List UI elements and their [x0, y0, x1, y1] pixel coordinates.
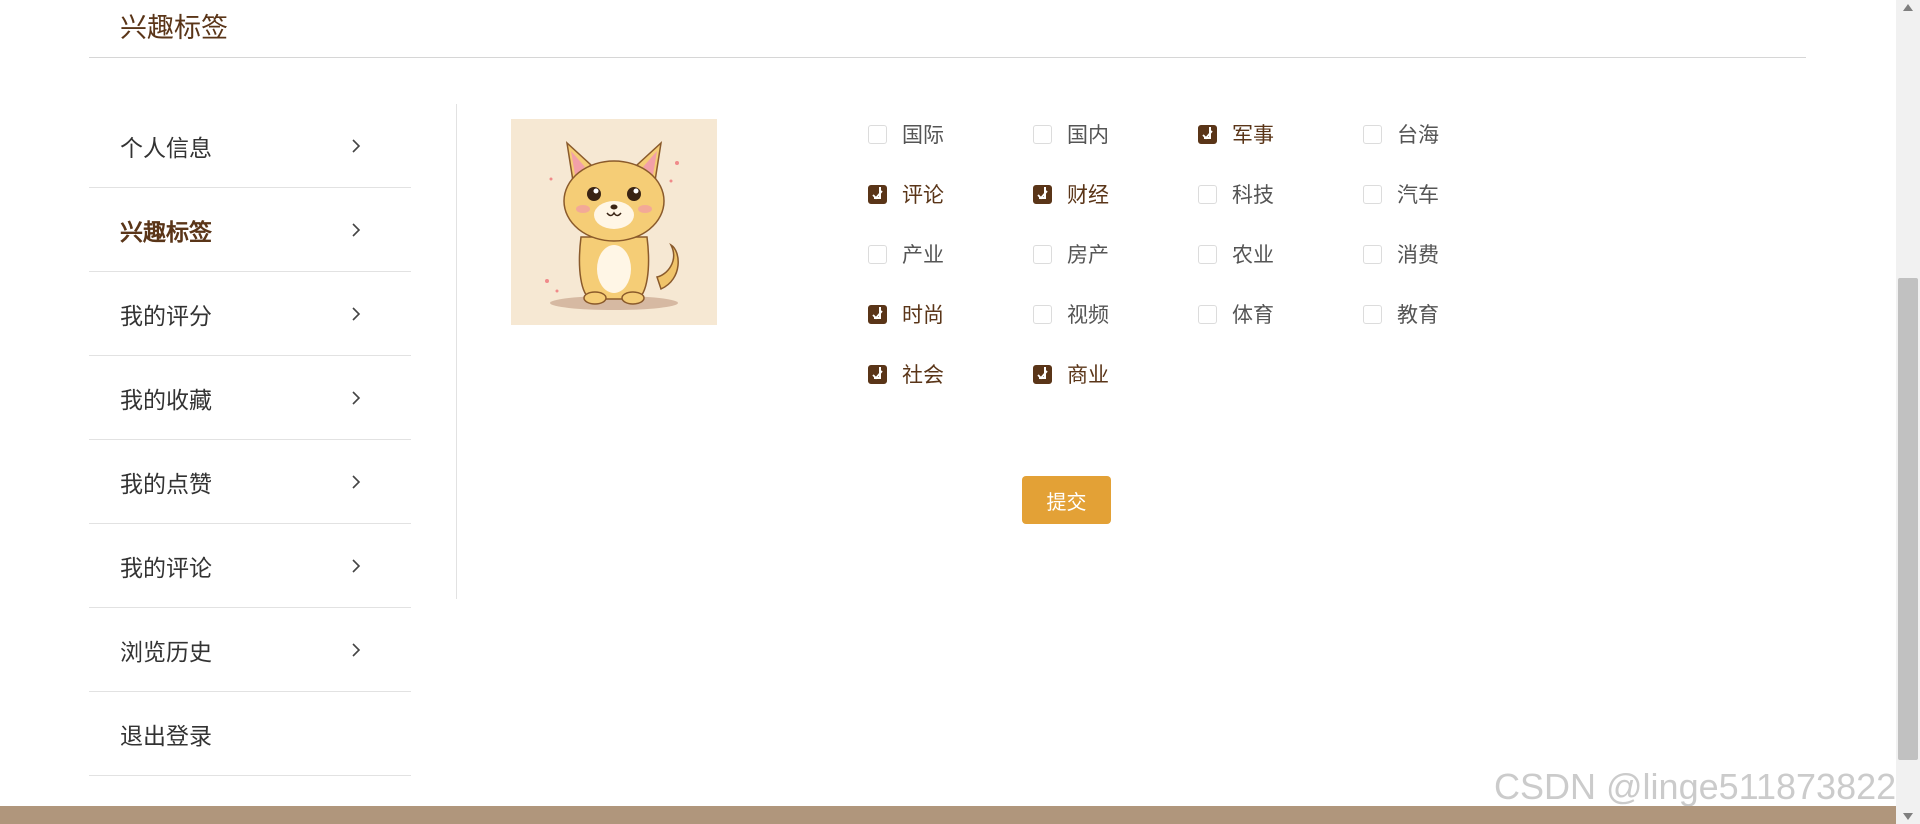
page: 兴趣标签 个人信息 兴趣标签 我的评分 我的收藏 我的点赞 我的评论 浏览历史	[0, 0, 1920, 824]
sidebar-item-my-ratings[interactable]: 我的评分	[89, 272, 411, 356]
chevron-right-icon	[352, 307, 361, 321]
chevron-right-icon	[352, 223, 361, 237]
sidebar-item-label: 我的评论	[120, 555, 212, 582]
sidebar-item-label: 我的收藏	[120, 387, 212, 414]
chevron-right-icon	[352, 391, 361, 405]
tag-label: 农业	[1232, 243, 1274, 267]
check-icon	[1037, 369, 1048, 379]
cartoon-kitten-avatar	[511, 119, 717, 325]
chevron-right-icon	[352, 475, 361, 489]
sidebar-item-my-favorites[interactable]: 我的收藏	[89, 356, 411, 440]
footer-bar	[0, 806, 1920, 824]
tag-label: 商业	[1067, 363, 1109, 387]
tag-checkbox-item[interactable]: 财经	[1033, 178, 1109, 210]
tag-checkbox-item[interactable]: 体育	[1198, 298, 1274, 330]
scrollbar-thumb[interactable]	[1898, 278, 1918, 760]
checkbox-unchecked[interactable]	[1198, 244, 1217, 264]
tag-checkbox-item[interactable]: 国际	[868, 118, 944, 150]
tag-checkbox-item[interactable]: 视频	[1033, 298, 1109, 330]
tag-checkbox-item[interactable]: 教育	[1363, 298, 1439, 330]
tag-checkbox-item[interactable]: 农业	[1198, 238, 1274, 270]
tag-checkbox-item[interactable]: 评论	[868, 178, 944, 210]
check-icon	[1202, 129, 1213, 139]
tag-label: 军事	[1232, 123, 1274, 147]
checkbox-unchecked[interactable]	[1033, 124, 1052, 144]
sidebar-item-personal-info[interactable]: 个人信息	[89, 104, 411, 188]
sidebar-item-logout[interactable]: 退出登录	[89, 692, 411, 776]
chevron-right-icon	[352, 559, 361, 573]
top-divider	[89, 57, 1806, 58]
vertical-divider	[456, 104, 457, 599]
tag-label: 体育	[1232, 303, 1274, 327]
tag-label: 消费	[1397, 243, 1439, 267]
sidebar-item-interest-tags[interactable]: 兴趣标签	[89, 188, 411, 272]
check-icon	[872, 309, 883, 319]
tag-label: 科技	[1232, 183, 1274, 207]
tag-checkbox-item[interactable]: 军事	[1198, 118, 1274, 150]
tag-checkbox-item[interactable]: 时尚	[868, 298, 944, 330]
tag-checkbox-item[interactable]: 产业	[868, 238, 944, 270]
check-icon	[1037, 189, 1048, 199]
tag-label: 教育	[1397, 303, 1439, 327]
tag-checkbox-item[interactable]: 商业	[1033, 358, 1109, 390]
tag-checkbox-item[interactable]: 汽车	[1363, 178, 1439, 210]
checkbox-checked[interactable]	[1033, 184, 1052, 204]
sidebar-item-browse-history[interactable]: 浏览历史	[89, 608, 411, 692]
scroll-up-arrow-icon[interactable]	[1903, 4, 1913, 11]
section-title: 兴趣标签	[120, 13, 228, 44]
tag-checkbox-item[interactable]: 台海	[1363, 118, 1439, 150]
checkbox-unchecked[interactable]	[868, 124, 887, 144]
checkbox-unchecked[interactable]	[868, 244, 887, 264]
tag-label: 台海	[1397, 123, 1439, 147]
sidebar-item-label: 我的点赞	[120, 471, 212, 498]
checkbox-checked[interactable]	[868, 184, 887, 204]
submit-button[interactable]: 提交	[1022, 476, 1111, 524]
checkbox-unchecked[interactable]	[1198, 184, 1217, 204]
checkbox-unchecked[interactable]	[1363, 184, 1382, 204]
tag-label: 房产	[1067, 243, 1109, 267]
tag-checkbox-item[interactable]: 消费	[1363, 238, 1439, 270]
tag-label: 产业	[902, 243, 944, 267]
sidebar-item-my-comments[interactable]: 我的评论	[89, 524, 411, 608]
sidebar-item-label: 个人信息	[120, 135, 212, 162]
checkbox-checked[interactable]	[868, 304, 887, 324]
checkbox-unchecked[interactable]	[1363, 124, 1382, 144]
tag-label: 汽车	[1397, 183, 1439, 207]
checkbox-checked[interactable]	[1033, 364, 1052, 384]
sidebar-item-label: 退出登录	[120, 723, 212, 750]
tag-label: 国际	[902, 123, 944, 147]
sidebar-item-label: 兴趣标签	[120, 219, 212, 246]
check-icon	[872, 369, 883, 379]
checkbox-unchecked[interactable]	[1363, 304, 1382, 324]
chevron-right-icon	[352, 139, 361, 153]
checkbox-checked[interactable]	[868, 364, 887, 384]
sidebar: 个人信息 兴趣标签 我的评分 我的收藏 我的点赞 我的评论 浏览历史 退出登录	[89, 104, 411, 776]
tag-label: 社会	[902, 363, 944, 387]
watermark: CSDN @linge511873822	[1494, 766, 1897, 807]
checkbox-unchecked[interactable]	[1033, 304, 1052, 324]
tag-checkbox-item[interactable]: 科技	[1198, 178, 1274, 210]
tag-checkbox-item[interactable]: 社会	[868, 358, 944, 390]
vertical-scrollbar[interactable]	[1896, 0, 1920, 824]
sidebar-item-label: 浏览历史	[120, 639, 212, 666]
checkbox-unchecked[interactable]	[1033, 244, 1052, 264]
chevron-right-icon	[352, 643, 361, 657]
sidebar-item-my-likes[interactable]: 我的点赞	[89, 440, 411, 524]
checkbox-checked[interactable]	[1198, 124, 1217, 144]
sidebar-item-label: 我的评分	[120, 303, 212, 330]
tag-label: 财经	[1067, 183, 1109, 207]
tag-checkbox-item[interactable]: 国内	[1033, 118, 1109, 150]
check-icon	[872, 189, 883, 199]
scroll-down-arrow-icon[interactable]	[1903, 813, 1913, 820]
interest-tag-grid: 国际 国内 军事 台海评论 财经 科技 汽车产业 房产 农业 消费时尚 视频 体育 教育社会 商业	[868, 118, 1568, 418]
tag-label: 国内	[1067, 123, 1109, 147]
checkbox-unchecked[interactable]	[1198, 304, 1217, 324]
tag-label: 评论	[902, 183, 944, 207]
checkbox-unchecked[interactable]	[1363, 244, 1382, 264]
tag-checkbox-item[interactable]: 房产	[1033, 238, 1109, 270]
tag-label: 视频	[1067, 303, 1109, 327]
tag-label: 时尚	[902, 303, 944, 327]
